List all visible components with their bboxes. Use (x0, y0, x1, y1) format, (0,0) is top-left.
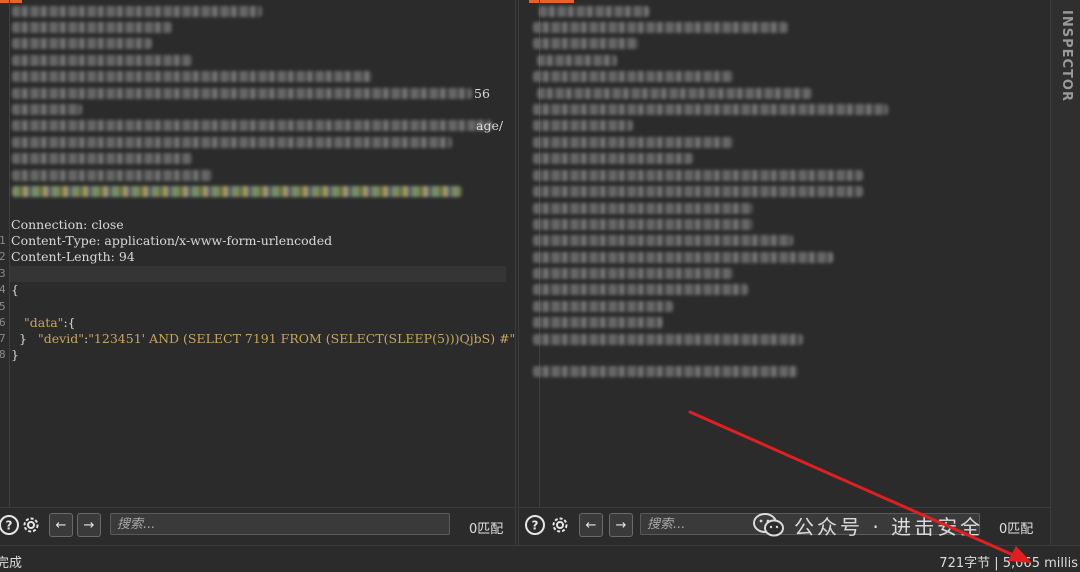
match-count: 0匹配 (999, 522, 1034, 537)
line-tail-fragment: age/ (476, 118, 504, 133)
help-circle-icon[interactable]: ? (524, 514, 546, 536)
sql-injection-payload: "123451' AND (SELECT 7191 FROM (SELECT(S… (88, 331, 516, 346)
search-input[interactable] (110, 513, 450, 535)
help-circle-icon[interactable]: ? (0, 514, 20, 536)
arrow-left-icon[interactable]: ← (579, 513, 603, 537)
svg-text:?: ? (6, 519, 13, 533)
arrow-left-icon[interactable]: ← (49, 513, 73, 537)
arrow-right-icon[interactable]: → (77, 513, 101, 537)
line-tail-fragment: 56 (474, 86, 490, 101)
inspector-label: INSPECTOR (1059, 10, 1074, 102)
tab-accent (529, 0, 574, 3)
code-line: 8} (0, 347, 19, 362)
arrow-right-icon[interactable]: → (609, 513, 633, 537)
status-text: 完成 (0, 556, 23, 571)
gear-icon[interactable] (20, 514, 42, 536)
gear-icon[interactable] (549, 514, 571, 536)
request-editor-pane: 56 age/ Connection: close 1Content-Type:… (0, 0, 516, 545)
status-bar: 完成 721字节 | 5,065 millis (0, 545, 1080, 572)
match-count: 0匹配 (469, 522, 504, 537)
json-key: "data" (24, 315, 64, 330)
inspector-tab[interactable]: INSPECTOR (1050, 0, 1080, 545)
response-viewer-pane: ? ← → 0匹配 (518, 0, 1050, 545)
response-size-and-time: 721字节 | 5,065 millis (939, 556, 1078, 571)
request-search-toolbar: ? ← → 0匹配 (0, 507, 515, 545)
current-line-highlight (10, 266, 506, 282)
watermark-text: 公众号 · 进击安全 (794, 514, 984, 539)
watermark: 公众号 · 进击安全 (752, 510, 983, 540)
json-key: "devid" (38, 331, 84, 346)
wechat-icon (753, 513, 784, 537)
svg-text:?: ? (532, 519, 539, 533)
